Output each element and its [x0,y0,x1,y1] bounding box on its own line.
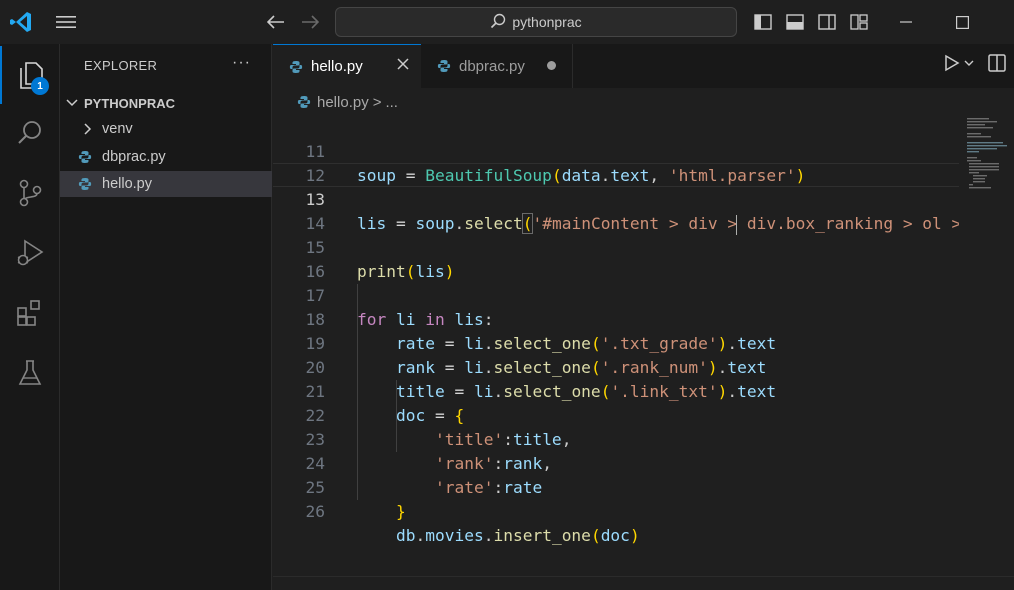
code-line: 19 rank = li.select_one('.rank_num').tex… [273,308,959,377]
workspace-folder-label: PYTHONPRAC [84,95,176,111]
explorer-icon[interactable]: 1 [0,46,60,104]
tree-item-label: venv [102,121,133,137]
toggle-panel-icon[interactable] [782,10,808,34]
back-arrow-icon[interactable] [262,10,290,34]
toggle-secondary-sidebar-icon[interactable] [814,10,840,34]
title-bar: pythonprac [0,0,1014,44]
minimap[interactable] [959,116,1014,576]
horizontal-scrollbar[interactable] [273,576,1014,590]
python-file-icon [437,59,459,73]
tree-item-label: dbprac.py [102,149,166,165]
workspace-folder[interactable]: PYTHONPRAC [66,92,272,114]
layout-controls [750,10,872,34]
code-line: 23 'rank':rank, [273,404,959,473]
toggle-primary-sidebar-icon[interactable] [750,10,776,34]
code-line: 15 print(lis) [273,212,959,281]
code-line: 26 db.movies.insert_one(doc) [273,476,959,545]
code-line: 12 [273,140,959,185]
code-line: 22 'title':title, [273,380,959,449]
python-file-icon [78,177,102,191]
python-file-icon [78,150,102,164]
tab-label: dbprac.py [459,57,525,75]
code-line-current: 13 lis = soup.select('#mainContent > div… [273,163,959,235]
code-line: 20 title = li.select_one('.link_txt').te… [273,332,959,401]
breadcrumb: hello.py > ... [273,88,1014,116]
code-line: 24 'rate':rate [273,428,959,497]
code-line: 21 doc = { [273,356,959,425]
code-line: 17 for li in lis: [273,260,959,329]
breadcrumb-tail[interactable]: ... [385,94,398,111]
tree-item-dbprac[interactable]: dbprac.py [60,144,272,170]
chevron-right-icon [84,123,102,135]
code-line: 25 } [273,452,959,521]
python-file-icon [297,95,311,109]
more-actions-icon[interactable]: ··· [232,54,251,72]
line-number: 26 [305,502,326,521]
code-line: 18 rate = li.select_one('.txt_grade').te… [273,284,959,353]
testing-icon[interactable] [0,344,60,402]
tab-label: hello.py [311,58,363,75]
command-center-search[interactable]: pythonprac [335,7,737,37]
editor-actions [944,54,1006,72]
code-line: 11 soup = BeautifulSoup(data.text, 'html… [273,116,959,185]
modified-dot-icon[interactable] [547,61,556,70]
code-line: 14 [273,188,959,233]
python-file-icon [289,60,311,74]
chevron-down-icon [964,60,974,66]
tab-dbprac-py[interactable]: dbprac.py [421,44,573,88]
line-code: } [395,502,406,521]
code-editor[interactable]: 11 soup = BeautifulSoup(data.text, 'html… [273,116,959,576]
explorer-badge: 1 [31,77,49,95]
tree-item-label: hello.py [102,176,152,192]
code-line: 16 [273,236,959,281]
editor-tabs: hello.py dbprac.py [273,44,1014,88]
customize-layout-icon[interactable] [846,10,872,34]
explorer-header: EXPLORER [84,58,158,73]
tree-item-hello[interactable]: hello.py [60,171,272,197]
tab-hello-py[interactable]: hello.py [273,44,421,88]
breadcrumb-separator: > [372,93,382,111]
extensions-icon[interactable] [0,284,60,342]
close-icon[interactable] [397,57,409,75]
run-debug-icon[interactable] [0,224,60,282]
run-python-icon[interactable] [944,54,974,72]
line-code: db.movies.insert_one(doc) [395,526,640,545]
tree-item-venv[interactable]: venv [60,116,272,142]
minimize-icon[interactable] [886,6,926,38]
explorer-sidebar: EXPLORER ··· PYTHONPRAC venv dbprac.py h… [60,44,272,590]
search-icon[interactable] [0,104,60,162]
maximize-icon[interactable] [942,6,982,38]
hamburger-menu-icon[interactable] [52,10,80,34]
search-text: pythonprac [512,14,582,30]
chevron-down-icon [66,98,84,108]
split-editor-icon[interactable] [988,54,1006,72]
source-control-icon[interactable] [0,164,60,222]
minimap-preview [967,118,1007,189]
forward-arrow-icon[interactable] [296,10,324,34]
vscode-logo-icon [8,9,34,35]
search-icon [490,13,506,32]
breadcrumb-file[interactable]: hello.py [317,94,369,111]
activity-bar: 1 [0,44,60,590]
